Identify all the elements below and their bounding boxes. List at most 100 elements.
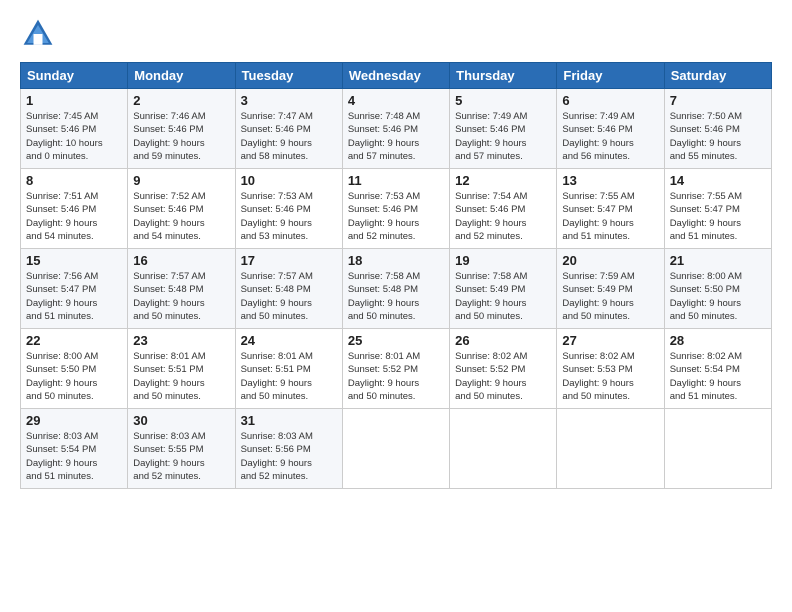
day-number: 31 <box>241 413 337 428</box>
calendar-cell: 29 Sunrise: 8:03 AM Sunset: 5:54 PM Dayli… <box>21 409 128 489</box>
logo-icon <box>20 16 56 52</box>
day-number: 2 <box>133 93 229 108</box>
day-info: Sunrise: 8:02 AM Sunset: 5:54 PM Dayligh… <box>670 350 766 403</box>
calendar-cell: 6Sunrise: 7:49 AM Sunset: 5:46 PM Daylig… <box>557 89 664 169</box>
calendar-cell: 19 Sunrise: 7:58 AM Sunset: 5:49 PM Dayli… <box>450 249 557 329</box>
calendar-cell: 22Sunrise: 8:00 AM Sunset: 5:50 PM Dayli… <box>21 329 128 409</box>
calendar-cell: 1 Sunrise: 7:45 AM Sunset: 5:46 PM Daylig… <box>21 89 128 169</box>
day-info: Sunrise: 7:54 AM Sunset: 5:46 PM Dayligh… <box>455 190 551 243</box>
header <box>20 16 772 52</box>
calendar-cell: 31Sunrise: 8:03 AM Sunset: 5:56 PM Dayli… <box>235 409 342 489</box>
day-number: 3 <box>241 93 337 108</box>
day-info: Sunrise: 8:01 AM Sunset: 5:52 PM Dayligh… <box>348 350 444 403</box>
day-number: 10 <box>241 173 337 188</box>
calendar-cell: 27 Sunrise: 8:02 AM Sunset: 5:53 PM Dayli… <box>557 329 664 409</box>
calendar-cell: 2 Sunrise: 7:46 AM Sunset: 5:46 PM Daylig… <box>128 89 235 169</box>
day-info: Sunrise: 7:57 AM Sunset: 5:48 PM Dayligh… <box>133 270 229 323</box>
col-header-friday: Friday <box>557 63 664 89</box>
day-info: Sunrise: 7:52 AM Sunset: 5:46 PM Dayligh… <box>133 190 229 243</box>
day-info: Sunrise: 7:53 AM Sunset: 5:46 PM Dayligh… <box>348 190 444 243</box>
calendar-cell: 24 Sunrise: 8:01 AM Sunset: 5:51 PM Dayli… <box>235 329 342 409</box>
col-header-sunday: Sunday <box>21 63 128 89</box>
day-info: Sunrise: 8:00 AM Sunset: 5:50 PM Dayligh… <box>670 270 766 323</box>
day-number: 28 <box>670 333 766 348</box>
calendar-cell: 5 Sunrise: 7:49 AM Sunset: 5:46 PM Daylig… <box>450 89 557 169</box>
calendar-cell <box>450 409 557 489</box>
day-number: 24 <box>241 333 337 348</box>
day-number: 13 <box>562 173 658 188</box>
calendar-cell: 12Sunrise: 7:54 AM Sunset: 5:46 PM Dayli… <box>450 169 557 249</box>
day-info: Sunrise: 8:01 AM Sunset: 5:51 PM Dayligh… <box>241 350 337 403</box>
calendar-week-1: 1 Sunrise: 7:45 AM Sunset: 5:46 PM Daylig… <box>21 89 772 169</box>
col-header-thursday: Thursday <box>450 63 557 89</box>
day-info: Sunrise: 8:02 AM Sunset: 5:52 PM Dayligh… <box>455 350 551 403</box>
calendar-cell: 4Sunrise: 7:48 AM Sunset: 5:46 PM Daylig… <box>342 89 449 169</box>
calendar-cell: 25 Sunrise: 8:01 AM Sunset: 5:52 PM Dayli… <box>342 329 449 409</box>
day-info: Sunrise: 8:03 AM Sunset: 5:54 PM Dayligh… <box>26 430 122 483</box>
col-header-wednesday: Wednesday <box>342 63 449 89</box>
day-info: Sunrise: 7:45 AM Sunset: 5:46 PM Dayligh… <box>26 110 122 163</box>
calendar-cell: 8 Sunrise: 7:51 AM Sunset: 5:46 PM Daylig… <box>21 169 128 249</box>
day-number: 25 <box>348 333 444 348</box>
day-info: Sunrise: 7:51 AM Sunset: 5:46 PM Dayligh… <box>26 190 122 243</box>
day-number: 26 <box>455 333 551 348</box>
day-number: 19 <box>455 253 551 268</box>
day-info: Sunrise: 7:46 AM Sunset: 5:46 PM Dayligh… <box>133 110 229 163</box>
day-number: 15 <box>26 253 122 268</box>
day-info: Sunrise: 7:55 AM Sunset: 5:47 PM Dayligh… <box>562 190 658 243</box>
calendar-week-2: 8 Sunrise: 7:51 AM Sunset: 5:46 PM Daylig… <box>21 169 772 249</box>
day-info: Sunrise: 7:50 AM Sunset: 5:46 PM Dayligh… <box>670 110 766 163</box>
day-number: 11 <box>348 173 444 188</box>
day-number: 17 <box>241 253 337 268</box>
day-number: 8 <box>26 173 122 188</box>
calendar-cell: 10Sunrise: 7:53 AM Sunset: 5:46 PM Dayli… <box>235 169 342 249</box>
calendar-cell: 14Sunrise: 7:55 AM Sunset: 5:47 PM Dayli… <box>664 169 771 249</box>
page-container: SundayMondayTuesdayWednesdayThursdayFrid… <box>0 0 792 499</box>
day-number: 27 <box>562 333 658 348</box>
calendar-cell: 15 Sunrise: 7:56 AM Sunset: 5:47 PM Dayli… <box>21 249 128 329</box>
day-number: 9 <box>133 173 229 188</box>
calendar-cell: 16Sunrise: 7:57 AM Sunset: 5:48 PM Dayli… <box>128 249 235 329</box>
day-info: Sunrise: 7:47 AM Sunset: 5:46 PM Dayligh… <box>241 110 337 163</box>
day-info: Sunrise: 7:58 AM Sunset: 5:49 PM Dayligh… <box>455 270 551 323</box>
day-number: 18 <box>348 253 444 268</box>
day-info: Sunrise: 7:56 AM Sunset: 5:47 PM Dayligh… <box>26 270 122 323</box>
day-number: 20 <box>562 253 658 268</box>
calendar-week-4: 22Sunrise: 8:00 AM Sunset: 5:50 PM Dayli… <box>21 329 772 409</box>
day-info: Sunrise: 8:03 AM Sunset: 5:55 PM Dayligh… <box>133 430 229 483</box>
day-info: Sunrise: 7:55 AM Sunset: 5:47 PM Dayligh… <box>670 190 766 243</box>
calendar-cell: 11 Sunrise: 7:53 AM Sunset: 5:46 PM Dayli… <box>342 169 449 249</box>
day-number: 4 <box>348 93 444 108</box>
day-number: 21 <box>670 253 766 268</box>
calendar-cell: 18 Sunrise: 7:58 AM Sunset: 5:48 PM Dayli… <box>342 249 449 329</box>
col-header-saturday: Saturday <box>664 63 771 89</box>
day-info: Sunrise: 8:00 AM Sunset: 5:50 PM Dayligh… <box>26 350 122 403</box>
header-row: SundayMondayTuesdayWednesdayThursdayFrid… <box>21 63 772 89</box>
calendar-cell: 21 Sunrise: 8:00 AM Sunset: 5:50 PM Dayli… <box>664 249 771 329</box>
day-info: Sunrise: 7:59 AM Sunset: 5:49 PM Dayligh… <box>562 270 658 323</box>
calendar-cell: 17 Sunrise: 7:57 AM Sunset: 5:48 PM Dayli… <box>235 249 342 329</box>
calendar-cell: 23 Sunrise: 8:01 AM Sunset: 5:51 PM Dayli… <box>128 329 235 409</box>
day-number: 7 <box>670 93 766 108</box>
calendar-cell: 28 Sunrise: 8:02 AM Sunset: 5:54 PM Dayli… <box>664 329 771 409</box>
calendar-cell: 3 Sunrise: 7:47 AM Sunset: 5:46 PM Daylig… <box>235 89 342 169</box>
day-info: Sunrise: 7:49 AM Sunset: 5:46 PM Dayligh… <box>455 110 551 163</box>
day-number: 5 <box>455 93 551 108</box>
calendar-cell: 13 Sunrise: 7:55 AM Sunset: 5:47 PM Dayli… <box>557 169 664 249</box>
day-info: Sunrise: 8:02 AM Sunset: 5:53 PM Dayligh… <box>562 350 658 403</box>
day-info: Sunrise: 7:58 AM Sunset: 5:48 PM Dayligh… <box>348 270 444 323</box>
calendar-cell: 7 Sunrise: 7:50 AM Sunset: 5:46 PM Daylig… <box>664 89 771 169</box>
calendar-cell: 9 Sunrise: 7:52 AM Sunset: 5:46 PM Daylig… <box>128 169 235 249</box>
day-info: Sunrise: 8:01 AM Sunset: 5:51 PM Dayligh… <box>133 350 229 403</box>
day-number: 1 <box>26 93 122 108</box>
day-number: 29 <box>26 413 122 428</box>
calendar-week-5: 29 Sunrise: 8:03 AM Sunset: 5:54 PM Dayli… <box>21 409 772 489</box>
day-number: 30 <box>133 413 229 428</box>
calendar-week-3: 15 Sunrise: 7:56 AM Sunset: 5:47 PM Dayli… <box>21 249 772 329</box>
calendar-cell: 26 Sunrise: 8:02 AM Sunset: 5:52 PM Dayli… <box>450 329 557 409</box>
calendar-cell <box>557 409 664 489</box>
calendar-table: SundayMondayTuesdayWednesdayThursdayFrid… <box>20 62 772 489</box>
day-number: 23 <box>133 333 229 348</box>
day-info: Sunrise: 7:49 AM Sunset: 5:46 PM Dayligh… <box>562 110 658 163</box>
day-info: Sunrise: 7:57 AM Sunset: 5:48 PM Dayligh… <box>241 270 337 323</box>
